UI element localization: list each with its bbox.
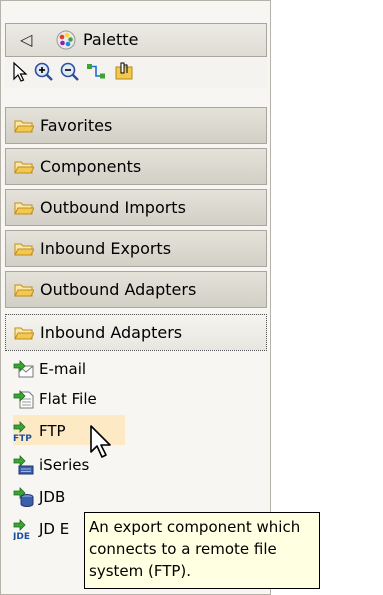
entry-label: FTP — [39, 422, 66, 440]
flat-file-export-icon — [13, 390, 34, 409]
drawer-label: Inbound Adapters — [40, 323, 183, 342]
palette-title: Palette — [83, 30, 139, 49]
folder-icon — [14, 120, 34, 133]
drawer-label: Outbound Adapters — [40, 280, 197, 299]
drawer-label: Favorites — [40, 116, 113, 135]
tooltip-line: system (FTP). — [89, 562, 192, 580]
entry-label: Flat File — [39, 390, 97, 408]
component-tooltip: An export component which connects to a … — [84, 512, 320, 589]
drawer-inbound-adapters[interactable]: Inbound Adapters — [5, 314, 267, 351]
palette-panel: ◁ Palette Favorites Components Outbound … — [0, 0, 271, 595]
marquee-icon[interactable] — [113, 61, 135, 83]
tooltip-line: An export component which — [89, 518, 301, 536]
mouse-pointer-icon — [90, 425, 111, 458]
select-arrow-icon[interactable] — [9, 61, 31, 83]
entry-label: E-mail — [39, 360, 87, 378]
drawer-outbound-adapters[interactable]: Outbound Adapters — [5, 271, 267, 308]
iseries-export-icon — [13, 455, 34, 475]
folder-icon — [14, 161, 34, 174]
zoom-in-icon[interactable] — [33, 61, 55, 83]
editor-canvas[interactable] — [271, 0, 383, 595]
zoom-out-icon[interactable] — [59, 61, 81, 83]
folder-icon — [14, 243, 34, 256]
drawer-label: Outbound Imports — [40, 198, 186, 217]
palette-toolbar — [5, 58, 267, 88]
jde-export-icon: JDE — [13, 519, 30, 540]
jdbc-export-icon — [13, 487, 34, 507]
entry-label: iSeries — [39, 456, 90, 474]
entry-label: JD E — [39, 520, 70, 538]
svg-text:FTP: FTP — [13, 434, 32, 442]
entry-label: JDB — [39, 488, 66, 506]
tooltip-line: connects to a remote file — [89, 540, 277, 558]
drawer-label: Components — [40, 157, 142, 176]
ftp-export-icon: FTP — [13, 421, 32, 442]
palette-header[interactable]: ◁ Palette — [5, 23, 267, 57]
drawer-favorites[interactable]: Favorites — [5, 107, 267, 144]
drawer-label: Inbound Exports — [40, 239, 172, 258]
svg-text:JDE: JDE — [13, 532, 30, 540]
drawer-inbound-exports[interactable]: Inbound Exports — [5, 230, 267, 267]
folder-icon — [14, 202, 34, 215]
folder-icon — [14, 284, 34, 297]
email-export-icon — [13, 360, 34, 378]
connection-icon[interactable] — [85, 61, 107, 83]
folder-icon — [14, 327, 34, 340]
drawer-outbound-imports[interactable]: Outbound Imports — [5, 189, 267, 226]
drawer-components[interactable]: Components — [5, 148, 267, 185]
palette-icon — [56, 30, 76, 50]
collapse-palette-button[interactable]: ◁ — [20, 31, 32, 49]
